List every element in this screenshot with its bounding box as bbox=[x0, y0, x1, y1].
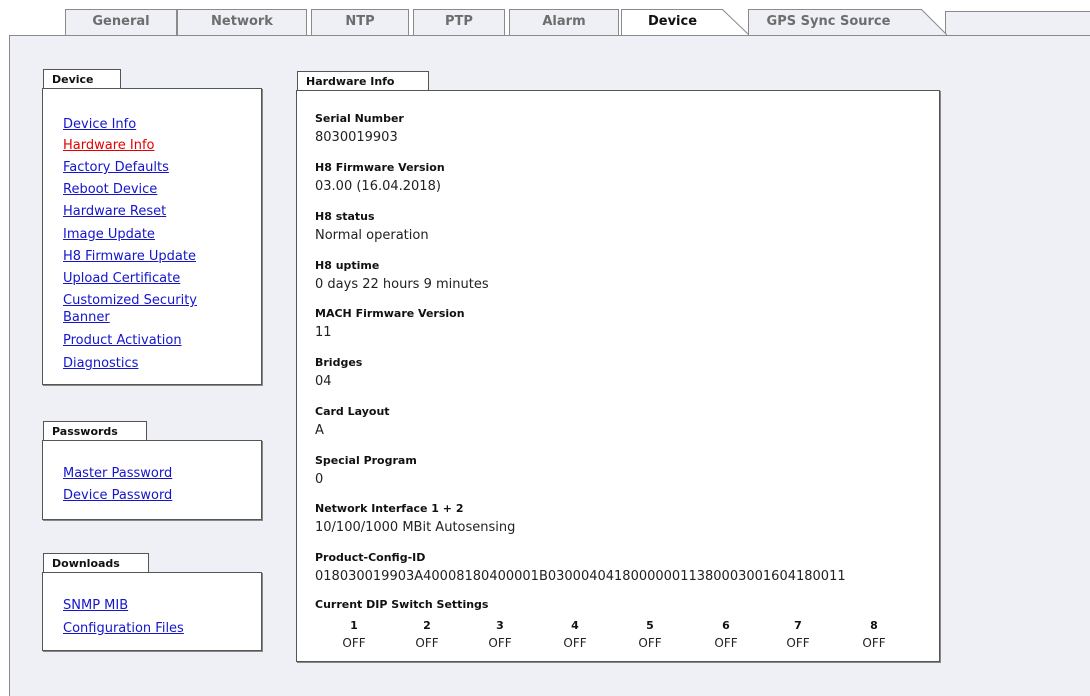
nav-hardware-info[interactable]: Hardware Info bbox=[63, 137, 155, 154]
dip-switch-number: 6 bbox=[722, 619, 730, 632]
device-group-title: Device bbox=[43, 69, 121, 89]
dip-switch-state: OFF bbox=[862, 636, 886, 650]
tab-device[interactable]: Device bbox=[621, 9, 723, 37]
tab-gps-slant bbox=[907, 9, 947, 36]
special-program-label: Special Program bbox=[315, 454, 417, 467]
dip-switch-state: OFF bbox=[714, 636, 738, 650]
dip-switch-number: 8 bbox=[870, 619, 878, 632]
tab-gps-sync-source[interactable]: GPS Sync Source bbox=[748, 9, 908, 35]
dip-switch-number: 3 bbox=[496, 619, 504, 632]
nav-factory-defaults[interactable]: Factory Defaults bbox=[63, 159, 169, 176]
dip-switch-state: OFF bbox=[786, 636, 810, 650]
product-config-id-label: Product-Config-ID bbox=[315, 551, 426, 564]
tab-device-slant bbox=[722, 9, 750, 36]
nav-hardware-reset[interactable]: Hardware Reset bbox=[63, 203, 166, 220]
serial-number-label: Serial Number bbox=[315, 112, 404, 125]
h8-uptime-value: 0 days 22 hours 9 minutes bbox=[315, 277, 489, 292]
nav-reboot-device[interactable]: Reboot Device bbox=[63, 181, 157, 198]
dip-switch-state: OFF bbox=[488, 636, 512, 650]
dip-switch-title: Current DIP Switch Settings bbox=[315, 598, 489, 611]
nav-diagnostics[interactable]: Diagnostics bbox=[63, 355, 138, 372]
product-config-id-value: 018030019903A40008180400001B030004041800… bbox=[315, 569, 846, 584]
bridges-value: 04 bbox=[315, 374, 332, 389]
nav-configuration-files[interactable]: Configuration Files bbox=[63, 620, 184, 637]
nav-device-info[interactable]: Device Info bbox=[63, 116, 136, 133]
nav-master-password[interactable]: Master Password bbox=[63, 465, 172, 482]
network-interface-value: 10/100/1000 MBit Autosensing bbox=[315, 520, 516, 535]
dip-switch-state: OFF bbox=[638, 636, 662, 650]
serial-number-value: 8030019903 bbox=[315, 130, 398, 145]
card-layout-value: A bbox=[315, 423, 324, 438]
dip-switch-number: 7 bbox=[794, 619, 802, 632]
dip-switch-number: 1 bbox=[350, 619, 358, 632]
downloads-group-title: Downloads bbox=[43, 553, 149, 573]
tab-ptp[interactable]: PTP bbox=[413, 9, 505, 35]
nav-snmp-mib[interactable]: SNMP MIB bbox=[63, 597, 128, 614]
tab-strip-filler bbox=[945, 11, 1090, 35]
tab-alarm[interactable]: Alarm bbox=[509, 9, 619, 35]
dip-switch-number: 4 bbox=[571, 619, 579, 632]
dip-switch-number: 5 bbox=[646, 619, 654, 632]
nav-image-update[interactable]: Image Update bbox=[63, 226, 155, 243]
nav-device-password[interactable]: Device Password bbox=[63, 487, 172, 504]
dip-switch-state: OFF bbox=[342, 636, 366, 650]
network-interface-label: Network Interface 1 + 2 bbox=[315, 502, 464, 515]
dip-switch-state: OFF bbox=[563, 636, 587, 650]
mach-firmware-version-value: 11 bbox=[315, 325, 332, 340]
nav-product-activation[interactable]: Product Activation bbox=[63, 332, 182, 349]
h8-firmware-version-value: 03.00 (16.04.2018) bbox=[315, 179, 441, 194]
card-layout-label: Card Layout bbox=[315, 405, 390, 418]
h8-uptime-label: H8 uptime bbox=[315, 259, 380, 272]
tab-network[interactable]: Network bbox=[177, 9, 307, 35]
hardware-info-title: Hardware Info bbox=[297, 71, 429, 91]
tab-ntp[interactable]: NTP bbox=[311, 9, 409, 35]
special-program-value: 0 bbox=[315, 472, 324, 487]
h8-status-value: Normal operation bbox=[315, 228, 429, 243]
bridges-label: Bridges bbox=[315, 356, 363, 369]
nav-upload-certificate[interactable]: Upload Certificate bbox=[63, 270, 180, 287]
dip-switch-number: 2 bbox=[423, 619, 431, 632]
mach-firmware-version-label: MACH Firmware Version bbox=[315, 307, 465, 320]
nav-h8-firmware-update[interactable]: H8 Firmware Update bbox=[63, 248, 196, 265]
tab-bar: General Network NTP PTP Alarm Device GPS… bbox=[0, 0, 1090, 37]
passwords-group-title: Passwords bbox=[43, 421, 147, 441]
dip-switch-state: OFF bbox=[415, 636, 439, 650]
h8-firmware-version-label: H8 Firmware Version bbox=[315, 161, 445, 174]
tab-general[interactable]: General bbox=[65, 9, 177, 35]
nav-customized-security-banner[interactable]: Customized Security Banner bbox=[63, 292, 233, 326]
h8-status-label: H8 status bbox=[315, 210, 375, 223]
